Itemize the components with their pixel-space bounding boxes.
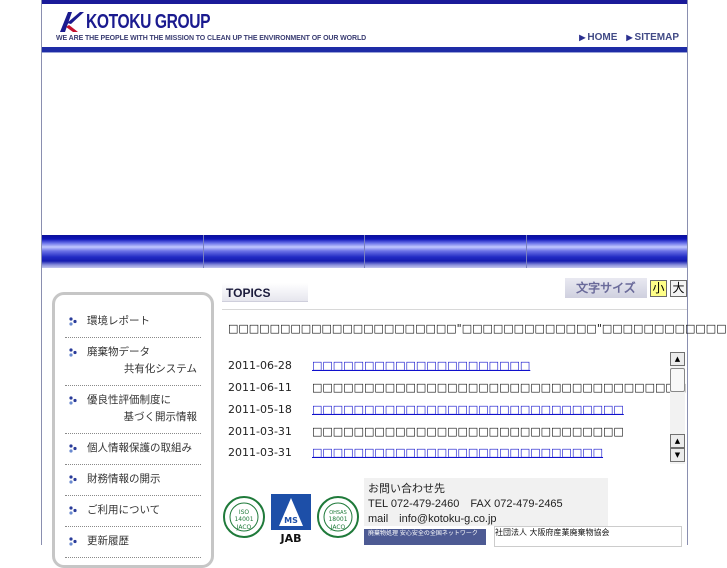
certification-logos: ISO 14001 JACO MS JAB OHSAS 18001 JACO <box>222 492 362 545</box>
global-nav-item-3[interactable] <box>365 235 526 268</box>
news-title: □□□□□□□□□□□□□□□□□□□□□□□□□□□□□□□□□□□□□□□□ <box>312 381 686 394</box>
sidebar-item-label-line2: 共有化システム <box>123 363 197 375</box>
sidebar-item-label-line2: 基づく開示情報 <box>123 411 198 423</box>
topics-heading: TOPICS <box>222 283 308 302</box>
sidebar: 環境レポート 廃棄物データ 共有化システム 優良性評価制度に 基づく開示情報 個… <box>52 292 214 568</box>
hero-area <box>42 53 687 235</box>
news-title-link[interactable]: □□□□□□□□□□□□□□□□□□□□□ <box>312 355 530 377</box>
sidebar-item-label: 個人情報保護の取組み <box>87 442 192 454</box>
site-logo[interactable]: KOTOKU GROUP WE ARE THE PEOPLE WITH THE … <box>56 10 416 50</box>
news-date: 2011-03-31 <box>228 425 292 438</box>
sidebar-item-environment-report[interactable]: 環境レポート <box>65 307 201 338</box>
network-banner[interactable]: 廃棄物処理 安心安全の全国ネットワーク <box>364 529 486 545</box>
sidebar-item-label: 更新履歴 <box>87 535 129 547</box>
contact-title: お問い合わせ先 <box>368 483 445 495</box>
topics-notice: □□□□□□□□□□□□□□□□□□□□□□"□□□□□□□□□□□□□"□□□… <box>228 322 727 335</box>
tagline: WE ARE THE PEOPLE WITH THE MISSION TO CL… <box>56 35 367 42</box>
topics-divider <box>222 309 687 310</box>
news-title: □□□□□□□□□□□□□□□□□□□□□□□□□□□□□□ <box>312 425 624 438</box>
news-row: 2011-05-18 □□□□□□□□□□□□□□□□□□□□□□□□□□□□□… <box>222 399 662 421</box>
sidebar-item-label: ご利用について <box>87 504 161 516</box>
news-row: 2011-03-31 □□□□□□□□□□□□□□□□□□□□□□□□□□□□ <box>222 442 662 464</box>
bullet-dots-icon <box>69 396 77 405</box>
contact-box: お問い合わせ先 TEL 072-479-2460 FAX 072-479-246… <box>364 478 608 526</box>
sidebar-item-label: 廃棄物データ <box>87 346 150 358</box>
sidebar-item-label: 環境レポート <box>87 315 150 327</box>
font-size-control: 文字サイズ 小 大 <box>565 278 687 298</box>
font-size-label: 文字サイズ <box>565 278 647 298</box>
scroll-down-icon[interactable]: ▼ <box>670 448 685 462</box>
news-title-link[interactable]: □□□□□□□□□□□□□□□□□□□□□□□□□□□□ <box>312 442 603 464</box>
ohsas18001-logo-icon: OHSAS 18001 JACO <box>317 496 359 538</box>
jab-logo-icon: MS JAB <box>271 494 311 545</box>
arrow-right-icon: ▶ <box>626 33 633 42</box>
iso14001-logo-icon: ISO 14001 JACO <box>223 496 265 538</box>
global-nav-item-4[interactable] <box>526 235 687 268</box>
cert-bottom: JAB <box>280 532 302 545</box>
bullet-dots-icon <box>69 348 77 357</box>
kotoku-logo-icon <box>60 12 84 32</box>
scrollbar-thumb[interactable] <box>670 368 685 392</box>
contact-tel: TEL 072-479-2460 FAX 072-479-2465 <box>368 498 563 510</box>
cert-top: ISO <box>239 509 250 516</box>
sidebar-item-waste-data[interactable]: 廃棄物データ 共有化システム <box>65 338 201 386</box>
bullet-dots-icon <box>69 444 77 453</box>
home-link-label: HOME <box>587 32 618 43</box>
contact-mail: mail info@kotoku-g.co.jp <box>368 513 497 525</box>
font-size-small-button[interactable]: 小 <box>650 279 667 297</box>
sitemap-link[interactable]: ▶ SITEMAP <box>626 32 679 43</box>
font-size-large-button[interactable]: 大 <box>670 279 687 297</box>
bullet-dots-icon <box>69 475 77 484</box>
sidebar-item-privacy[interactable]: 個人情報保護の取組み <box>65 434 201 465</box>
global-nav-item-2[interactable] <box>203 235 364 268</box>
page-frame: KOTOKU GROUP WE ARE THE PEOPLE WITH THE … <box>41 0 727 568</box>
news-date: 2011-03-31 <box>228 446 292 459</box>
sidebar-item-history[interactable]: 更新履歴 <box>65 527 201 558</box>
sidebar-item-disclosure[interactable]: 優良性評価制度に 基づく開示情報 <box>65 386 201 434</box>
scroll-up-icon[interactable]: ▲ <box>670 352 685 366</box>
home-link[interactable]: ▶ HOME <box>579 32 617 43</box>
cert-mid: MS <box>284 516 298 525</box>
sidebar-item-label: 財務情報の開示 <box>87 473 161 485</box>
news-row: 2011-03-31 □□□□□□□□□□□□□□□□□□□□□□□□□□□□□… <box>222 421 662 443</box>
news-row: 2011-06-11 □□□□□□□□□□□□□□□□□□□□□□□□□□□□□… <box>222 377 686 399</box>
cert-mid: 18001 <box>328 516 347 523</box>
news-row: 2011-06-28 □□□□□□□□□□□□□□□□□□□□□ <box>222 355 662 377</box>
sidebar-item-label: 優良性評価制度に <box>87 394 171 406</box>
cert-bottom: JACO <box>236 524 252 531</box>
bullet-dots-icon <box>69 506 77 515</box>
top-nav: ▶ HOME ▶ SITEMAP <box>579 32 679 43</box>
global-nav-item-1[interactable] <box>42 235 203 268</box>
scroll-page-up-icon[interactable]: ▲ <box>670 434 685 448</box>
sitemap-link-label: SITEMAP <box>634 32 679 43</box>
arrow-right-icon: ▶ <box>579 33 586 42</box>
bullet-dots-icon <box>69 317 77 326</box>
sidebar-item-financial[interactable]: 財務情報の開示 <box>65 465 201 496</box>
news-date: 2011-06-11 <box>228 381 292 394</box>
association-banner[interactable]: 社団法人 大阪府産業廃棄物協会 <box>494 526 682 547</box>
sidebar-item-terms[interactable]: ご利用について <box>65 496 201 527</box>
cert-mid: 14001 <box>234 516 253 523</box>
global-nav <box>42 235 687 268</box>
news-date: 2011-05-18 <box>228 403 292 416</box>
news-date: 2011-06-28 <box>228 359 292 372</box>
top-rule <box>42 0 687 4</box>
news-list: 2011-06-28 □□□□□□□□□□□□□□□□□□□□□ 2011-06… <box>222 352 686 464</box>
news-scrollbar[interactable]: ▲ ▲ ▼ <box>670 352 685 464</box>
logo-text: KOTOKU GROUP <box>86 11 211 33</box>
cert-bottom: JACO <box>330 524 346 531</box>
news-title-link[interactable]: □□□□□□□□□□□□□□□□□□□□□□□□□□□□□□ <box>312 399 624 421</box>
